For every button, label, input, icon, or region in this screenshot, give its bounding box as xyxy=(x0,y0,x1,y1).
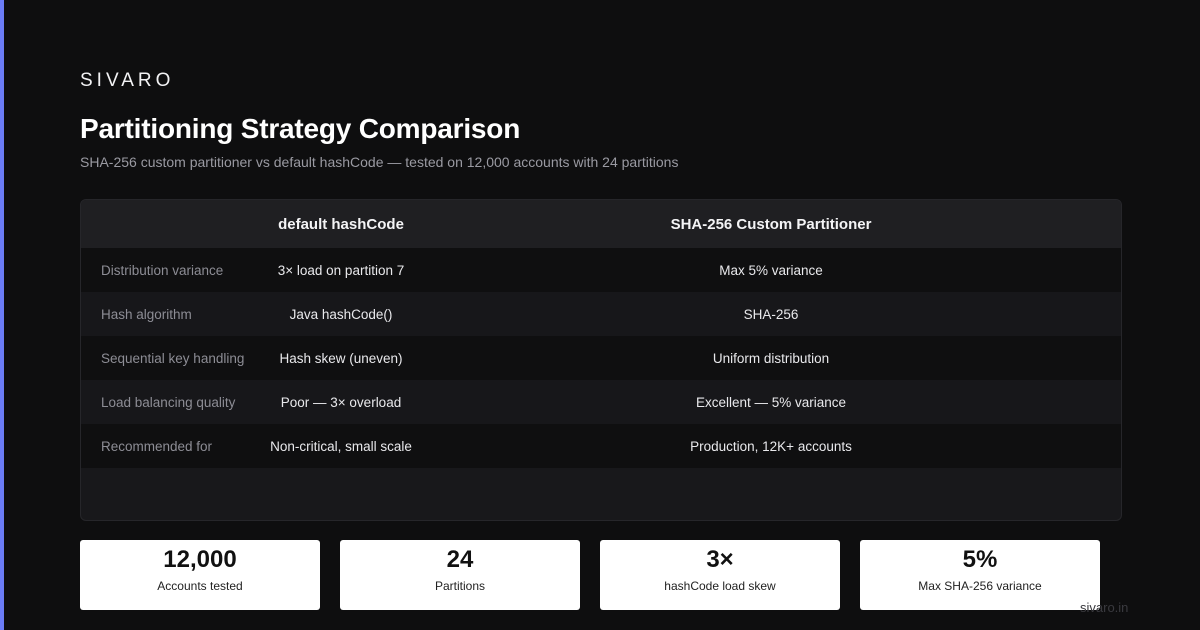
stat-card-hashcode-skew: 3× hashCode load skew xyxy=(600,540,840,610)
stat-label: Max SHA-256 variance xyxy=(918,579,1042,593)
accent-bar xyxy=(0,0,4,630)
row-sha256-value: Excellent — 5% variance xyxy=(695,394,847,410)
stat-value: 5% xyxy=(962,546,998,573)
row-sha256-value: Max 5% variance xyxy=(719,262,823,278)
stat-label: Accounts tested xyxy=(157,579,243,593)
stat-label: hashCode load skew xyxy=(664,579,776,593)
table-header-row: default hashCode SHA-256 Custom Partitio… xyxy=(81,200,1121,248)
page-subtitle: SHA-256 custom partitioner vs default ha… xyxy=(80,154,679,170)
header-sha256-partitioner: SHA-256 Custom Partitioner xyxy=(670,215,872,233)
row-label: Distribution variance xyxy=(101,262,224,278)
stat-card-partitions: 24 Partitions xyxy=(340,540,580,610)
brand-logo: SIVARO xyxy=(80,70,175,91)
row-default-value: Hash skew (uneven) xyxy=(279,350,403,366)
stats-row: 12,000 Accounts tested 24 Partitions 3× … xyxy=(80,540,1100,610)
stat-value: 12,000 xyxy=(163,546,237,573)
table-row: Hash algorithm Java hashCode() SHA-256 xyxy=(81,292,1121,336)
table-row: Recommended for Non-critical, small scal… xyxy=(81,424,1121,468)
row-default-value: 3× load on partition 7 xyxy=(277,262,405,278)
row-sha256-value: Uniform distribution xyxy=(712,350,830,366)
row-label: Recommended for xyxy=(101,438,213,454)
header-default-hashcode: default hashCode xyxy=(278,215,404,233)
row-default-value: Poor — 3× overload xyxy=(280,394,402,410)
row-label: Hash algorithm xyxy=(101,306,192,322)
row-label: Load balancing quality xyxy=(101,394,236,410)
table-row: Load balancing quality Poor — 3× overloa… xyxy=(81,380,1121,424)
row-sha256-value: SHA-256 xyxy=(743,306,799,322)
row-sha256-value: Production, 12K+ accounts xyxy=(690,438,852,454)
comparison-table: default hashCode SHA-256 Custom Partitio… xyxy=(80,199,1122,521)
stat-card-sha256-variance: 5% Max SHA-256 variance xyxy=(860,540,1100,610)
site-watermark: sivaro.in xyxy=(1080,600,1129,615)
stat-value: 24 xyxy=(446,546,474,573)
stat-value: 3× xyxy=(706,546,734,573)
stat-card-accounts: 12,000 Accounts tested xyxy=(80,540,320,610)
stat-label: Partitions xyxy=(434,579,486,593)
row-default-value: Non-critical, small scale xyxy=(270,438,412,454)
table-row: Distribution variance 3× load on partiti… xyxy=(81,248,1121,292)
table-row: Sequential key handling Hash skew (uneve… xyxy=(81,336,1121,380)
page-title: Partitioning Strategy Comparison xyxy=(80,113,521,144)
row-label: Sequential key handling xyxy=(101,350,245,366)
row-default-value: Java hashCode() xyxy=(289,306,393,322)
